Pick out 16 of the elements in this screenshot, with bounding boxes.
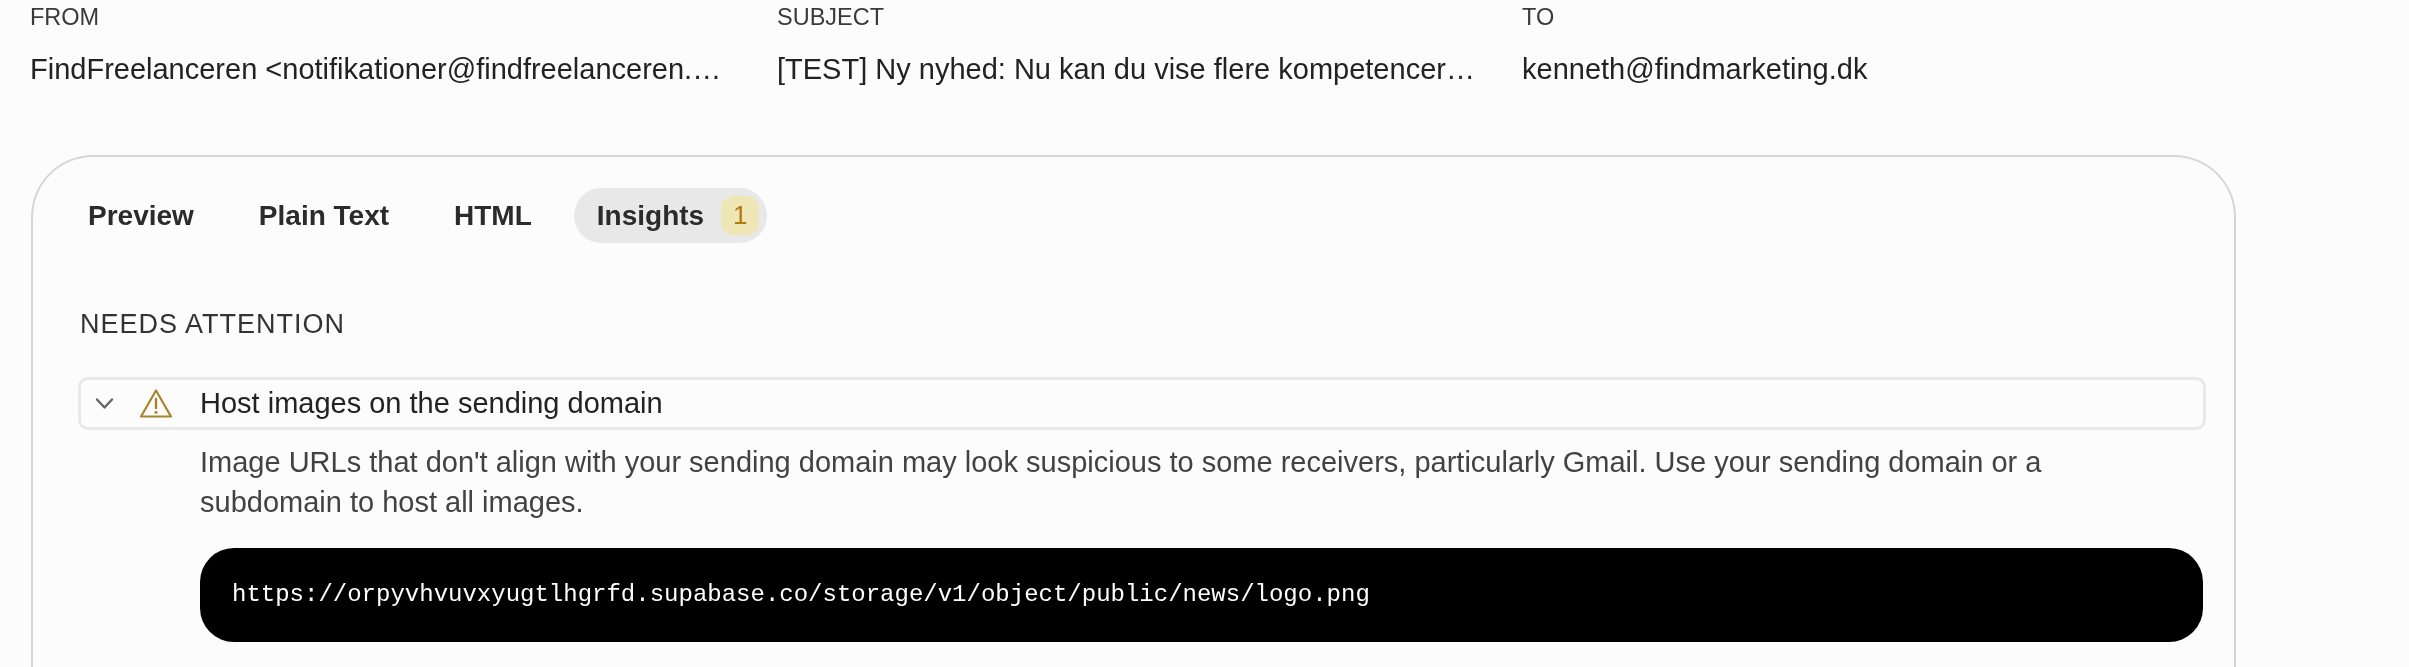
insight-description: Image URLs that don't align with your sending domain may look suspicious to some receivers, particularly Gmail. Use your sending domain or a subdomain to host all images. bbox=[200, 445, 2043, 520]
section-heading: NEEDS ATTENTION bbox=[80, 308, 347, 340]
url-code-block: https://orpyvhvuvxyugtlhgrfd.supabase.co/storage/v1/object/public/news/logo.png bbox=[200, 548, 2203, 642]
tab[interactable]: HTML bbox=[431, 188, 555, 243]
field-label: FROM bbox=[30, 3, 100, 31]
count-badge: 1 bbox=[721, 196, 760, 235]
tab[interactable]: Preview bbox=[65, 188, 217, 243]
warning-icon bbox=[139, 388, 173, 419]
field-value: FindFreelanceren <notifikationer@findfreelanceren.… bbox=[30, 52, 722, 87]
field-label: SUBJECT bbox=[777, 3, 885, 31]
accordion-header[interactable]: Host images on the sending domain bbox=[78, 377, 2206, 430]
tab[interactable]: Insights 1 bbox=[573, 188, 768, 243]
tab[interactable]: Plain Text bbox=[235, 188, 413, 243]
field-label: TO bbox=[1522, 3, 1555, 31]
field-value: kenneth@findmarketing.dk bbox=[1522, 52, 1868, 87]
field-value: [TEST] Ny nyhed: Nu kan du vise flere kompetencer… bbox=[777, 52, 1475, 87]
